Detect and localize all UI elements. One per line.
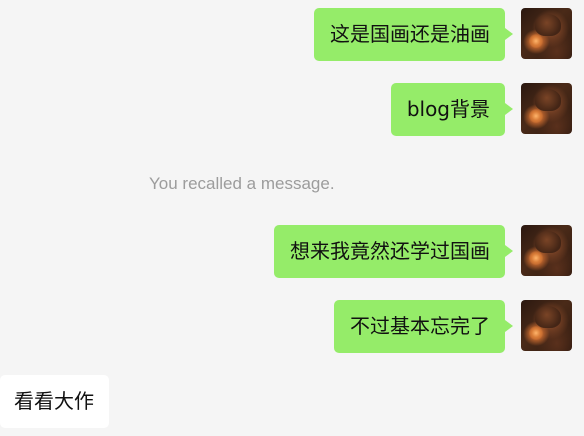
- message-text: 看看大作: [14, 389, 94, 413]
- incoming-message-bubble[interactable]: 看看大作: [0, 375, 109, 428]
- avatar-hair-shape: [535, 14, 561, 36]
- avatar-light-shape: [529, 109, 543, 123]
- avatar-hair-shape: [535, 306, 561, 328]
- chat-message-list[interactable]: 这是国画还是油画 blog背景 You recalled a message. …: [0, 0, 584, 436]
- avatar[interactable]: [521, 83, 572, 134]
- message-text: 想来我竟然还学过国画: [290, 239, 490, 263]
- outgoing-message-bubble[interactable]: blog背景: [390, 83, 514, 136]
- avatar-hair-shape: [535, 89, 561, 111]
- avatar-light-shape: [529, 326, 543, 340]
- avatar[interactable]: [521, 225, 572, 276]
- message-text: blog背景: [406, 97, 490, 121]
- outgoing-message-bubble[interactable]: 这是国画还是油画: [314, 8, 513, 61]
- avatar[interactable]: [521, 8, 572, 59]
- avatar-light-shape: [529, 251, 543, 265]
- message-text: 不过基本忘完了: [350, 314, 490, 338]
- avatar[interactable]: [521, 300, 572, 351]
- outgoing-message-bubble[interactable]: 想来我竟然还学过国画: [274, 225, 513, 278]
- avatar-light-shape: [529, 34, 543, 48]
- outgoing-message-bubble[interactable]: 不过基本忘完了: [334, 300, 513, 353]
- message-text: 这是国画还是油画: [330, 22, 490, 46]
- system-message: You recalled a message.: [149, 174, 335, 193]
- avatar-hair-shape: [535, 231, 561, 253]
